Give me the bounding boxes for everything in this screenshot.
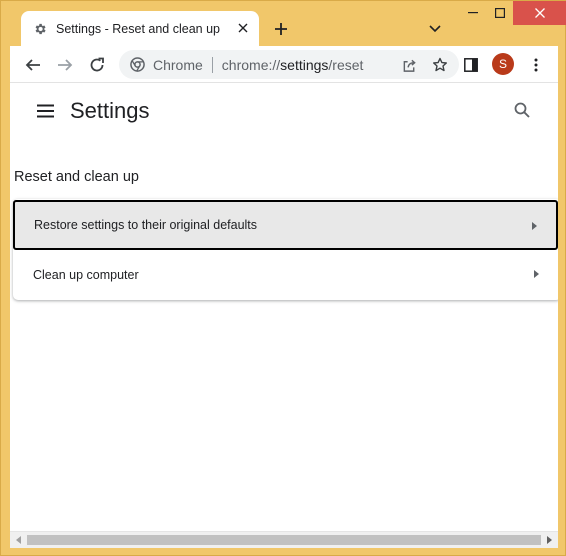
settings-page: Settings Reset and clean up Restore sett… <box>10 83 558 531</box>
horizontal-scrollbar[interactable] <box>10 531 558 548</box>
chevron-down-icon[interactable] <box>425 19 445 39</box>
scrollbar-thumb[interactable] <box>27 535 541 545</box>
scroll-left-icon[interactable] <box>10 532 27 548</box>
arrow-right-icon <box>530 221 538 231</box>
minimize-button[interactable] <box>459 1 487 25</box>
side-panel-icon[interactable] <box>460 54 482 76</box>
new-tab-button[interactable] <box>269 17 293 41</box>
url-text: chrome://settings/reset <box>222 57 364 73</box>
scroll-right-icon[interactable] <box>541 532 558 548</box>
list-item-label: Clean up computer <box>33 268 139 282</box>
reload-icon[interactable] <box>86 54 108 76</box>
search-icon[interactable] <box>512 100 532 120</box>
url-path: /reset <box>328 56 364 73</box>
browser-toolbar: Chrome chrome://settings/reset S <box>10 46 558 83</box>
maximize-button[interactable] <box>487 1 513 25</box>
browser-window: Settings - Reset and clean up Chrome chr… <box>0 0 566 556</box>
page-title: Settings <box>70 98 150 123</box>
avatar[interactable]: S <box>492 53 514 75</box>
divider <box>211 56 213 73</box>
url-scheme: chrome:// <box>221 56 281 73</box>
address-bar[interactable]: Chrome chrome://settings/reset <box>119 50 459 79</box>
window-close-button[interactable] <box>513 1 566 25</box>
more-vert-icon[interactable] <box>525 54 547 76</box>
settings-card: Restore settings to their original defau… <box>13 199 558 300</box>
gear-icon <box>32 21 48 37</box>
bookmark-star-icon[interactable] <box>430 55 450 75</box>
arrow-right-icon <box>532 269 540 279</box>
tab-title: Settings - Reset and clean up <box>56 21 220 36</box>
section-title: Reset and clean up <box>14 169 139 185</box>
chrome-icon <box>129 57 145 73</box>
forward-arrow-icon[interactable] <box>54 54 76 76</box>
hamburger-menu-icon[interactable] <box>35 101 55 121</box>
site-label: Chrome <box>153 56 203 73</box>
back-arrow-icon[interactable] <box>22 54 44 76</box>
share-icon[interactable] <box>399 55 419 75</box>
settings-header: Settings <box>10 83 558 139</box>
list-item-label: Restore settings to their original defau… <box>34 218 258 232</box>
close-icon[interactable] <box>235 20 251 36</box>
list-item-clean-up-computer[interactable]: Clean up computer <box>13 250 558 300</box>
list-item-restore-defaults[interactable]: Restore settings to their original defau… <box>13 200 558 250</box>
url-host: settings <box>280 56 329 73</box>
tab-settings[interactable]: Settings - Reset and clean up <box>21 11 259 46</box>
